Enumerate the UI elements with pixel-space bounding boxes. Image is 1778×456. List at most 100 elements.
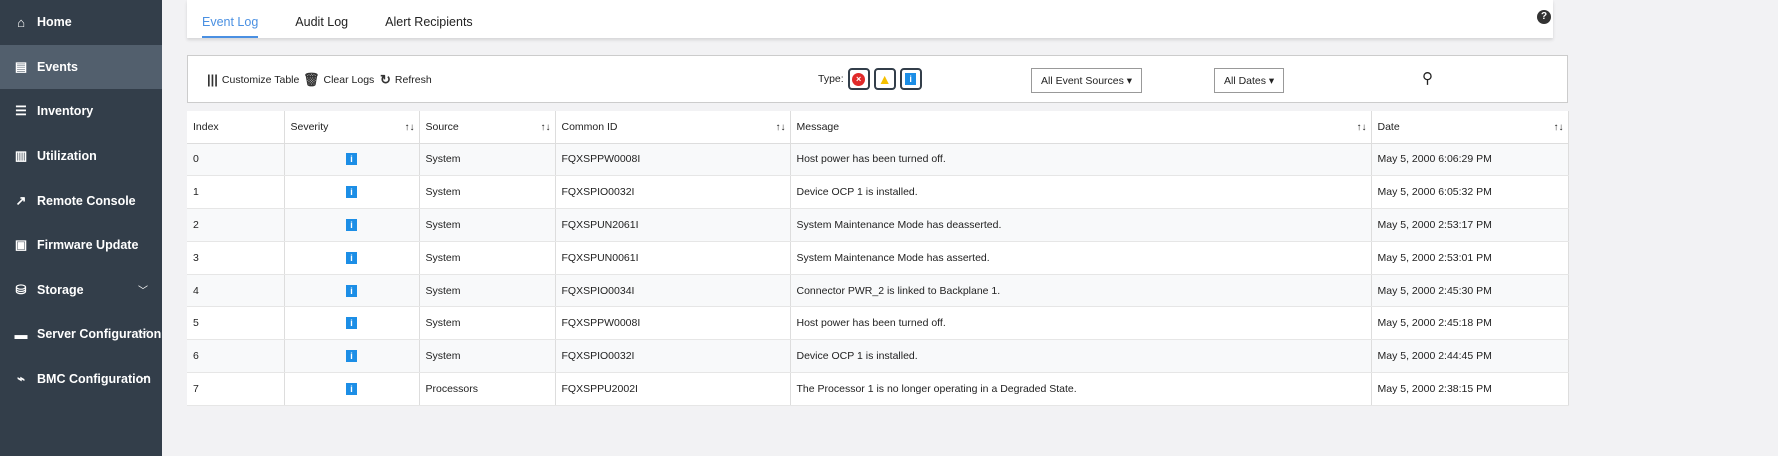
error-filter-toggle[interactable]: ×: [847, 68, 870, 90]
column-header-index[interactable]: Index: [187, 111, 285, 144]
cell-message: Device OCP 1 is installed.: [790, 339, 1372, 374]
sidebar-item-inventory[interactable]: ☰ Inventory: [0, 89, 162, 134]
sidebar-item-bmc-configuration[interactable]: ⌁ BMC Configuration ﹀: [0, 357, 162, 402]
cell-index: 2: [187, 208, 285, 242]
dates-label: All Dates: [1224, 74, 1267, 87]
sidebar-item-label: Events: [37, 59, 78, 74]
sidebar-item-firmware-update[interactable]: ▣ Firmware Update: [0, 223, 162, 268]
header-label: Index: [193, 120, 219, 133]
search-icon[interactable]: ⚲: [1422, 69, 1433, 87]
table-row[interactable]: 6 i System FQXSPIO0032I Device OCP 1 is inst…: [187, 339, 1569, 374]
sidebar-item-label: BMC Configuration: [37, 372, 151, 387]
help-icon[interactable]: ?: [1537, 10, 1551, 24]
column-header-source[interactable]: Source ↑↓: [419, 111, 556, 144]
tab-event-log[interactable]: Event Log: [202, 0, 259, 38]
sidebar-item-label: Home: [37, 15, 72, 30]
table-row[interactable]: 4 i System FQXSPIO0034I Connector PWR_2 is l…: [187, 274, 1569, 308]
cell-severity: i: [284, 306, 420, 341]
table-row[interactable]: 3 i System FQXSPUN0061I System Maintenance M…: [187, 241, 1569, 275]
warning-filter-toggle[interactable]: ▲: [873, 68, 896, 90]
sidebar-item-home[interactable]: ⌂ Home: [0, 0, 162, 45]
header-label: Date: [1377, 120, 1400, 133]
column-header-common-id[interactable]: Common ID ↑↓: [555, 111, 791, 144]
cell-source: System: [419, 143, 556, 177]
error-icon: ×: [852, 72, 866, 86]
sidebar-item-label: Inventory: [37, 104, 94, 119]
column-header-message[interactable]: Message ↑↓: [790, 111, 1372, 144]
customize-table-button[interactable]: ||| Customize Table: [207, 72, 299, 87]
table-row[interactable]: 0 i System FQXSPPW0008I Host power has been …: [187, 143, 1569, 177]
sidebar: ⌂ Home ▤ Events ☰ Inventory ▥ Utilization ↗ Remot…: [0, 0, 162, 456]
event-sources-dropdown[interactable]: All Event Sources ▾: [1031, 68, 1143, 93]
refresh-label: Refresh: [394, 74, 432, 86]
table-row[interactable]: 1 i System FQXSPIO0032I Device OCP 1 is inst…: [187, 175, 1569, 210]
sidebar-item-label: Remote Console: [37, 193, 136, 208]
pulse-icon: ⌁: [17, 371, 25, 387]
dates-dropdown[interactable]: All Dates ▾: [1214, 68, 1285, 93]
header-label: Source: [425, 120, 459, 133]
header-label: Common ID: [561, 120, 618, 133]
cell-date: May 5, 2000 6:05:32 PM: [1371, 175, 1569, 210]
info-icon: i: [346, 218, 357, 231]
cell-source: System: [419, 175, 556, 210]
sort-icon[interactable]: ↑↓: [541, 122, 551, 133]
info-filter-toggle[interactable]: i: [899, 68, 922, 90]
table-row[interactable]: 7 i Processors FQXSPPU2002I The Processor 1 …: [187, 372, 1569, 406]
cell-common-id: FQXSPPU2002I: [555, 372, 791, 406]
cell-severity: i: [284, 143, 420, 177]
toolbar: ||| Customize Table 🗑 Clear Logs ↻ Refresh …: [187, 55, 1568, 103]
sidebar-item-events[interactable]: ▤ Events: [0, 44, 162, 90]
tab-alert-recipients[interactable]: Alert Recipients: [385, 0, 473, 38]
cell-message: Host power has been turned off.: [790, 143, 1372, 177]
chip-icon: ▣: [14, 237, 28, 253]
cell-message: Device OCP 1 is installed.: [790, 175, 1372, 210]
cell-severity: i: [284, 339, 420, 374]
sidebar-item-server-configuration[interactable]: ▬ Server Configuration ﹀: [0, 312, 162, 357]
tab-audit-log[interactable]: Audit Log: [295, 0, 348, 38]
sort-icon[interactable]: ↑↓: [405, 122, 415, 133]
events-icon: ▤: [14, 58, 28, 74]
info-icon: i: [346, 186, 357, 199]
info-icon: i: [346, 382, 357, 395]
cell-common-id: FQXSPUN2061I: [555, 208, 791, 242]
cell-common-id: FQXSPIO0034I: [555, 274, 791, 308]
cell-severity: i: [284, 372, 420, 406]
cell-index: 4: [187, 274, 285, 308]
cell-date: May 5, 2000 6:06:29 PM: [1371, 143, 1569, 177]
home-icon: ⌂: [17, 14, 25, 30]
sidebar-item-label: Storage: [37, 282, 84, 297]
cell-source: Processors: [419, 372, 556, 406]
header-label: Message: [796, 120, 840, 133]
event-table: Index Severity ↑↓ Source ↑↓ Common ID ↑↓ Messag…: [187, 111, 1569, 406]
external-link-icon: ↗: [15, 192, 27, 208]
sort-icon[interactable]: ↑↓: [776, 122, 786, 133]
cell-source: System: [419, 306, 556, 341]
customize-label: Customize Table: [221, 73, 300, 86]
cell-date: May 5, 2000 2:53:01 PM: [1371, 241, 1569, 275]
refresh-button[interactable]: ↻ Refresh: [380, 72, 432, 88]
sort-icon[interactable]: ↑↓: [1554, 122, 1564, 133]
chart-icon: ▥: [14, 148, 28, 164]
sidebar-item-label: Utilization: [37, 149, 97, 164]
info-icon: i: [346, 153, 357, 166]
cell-source: System: [419, 274, 556, 308]
cell-severity: i: [284, 175, 420, 210]
clear-logs-button[interactable]: 🗑 Clear Logs: [303, 72, 374, 88]
cell-date: May 5, 2000 2:44:45 PM: [1371, 339, 1569, 374]
cell-common-id: FQXSPIO0032I: [555, 339, 791, 374]
sources-label: All Event Sources: [1041, 74, 1124, 87]
warning-icon: ▲: [877, 71, 892, 87]
table-row[interactable]: 5 i System FQXSPPW0008I Host power has been …: [187, 306, 1569, 341]
column-header-date[interactable]: Date ↑↓: [1371, 111, 1569, 144]
chevron-down-icon: ﹀: [138, 330, 148, 342]
sidebar-item-storage[interactable]: ⛁ Storage ﹀: [0, 268, 162, 313]
sort-icon[interactable]: ↑↓: [1357, 122, 1367, 133]
list-icon: ☰: [15, 103, 27, 119]
table-row[interactable]: 2 i System FQXSPUN2061I System Maintenance M…: [187, 208, 1569, 242]
column-header-severity[interactable]: Severity ↑↓: [284, 111, 420, 144]
cell-index: 5: [187, 306, 285, 341]
cell-date: May 5, 2000 2:45:30 PM: [1371, 274, 1569, 308]
sidebar-item-utilization[interactable]: ▥ Utilization: [0, 134, 162, 179]
cell-message: Host power has been turned off.: [790, 306, 1372, 341]
sidebar-item-remote-console[interactable]: ↗ Remote Console: [0, 178, 162, 223]
